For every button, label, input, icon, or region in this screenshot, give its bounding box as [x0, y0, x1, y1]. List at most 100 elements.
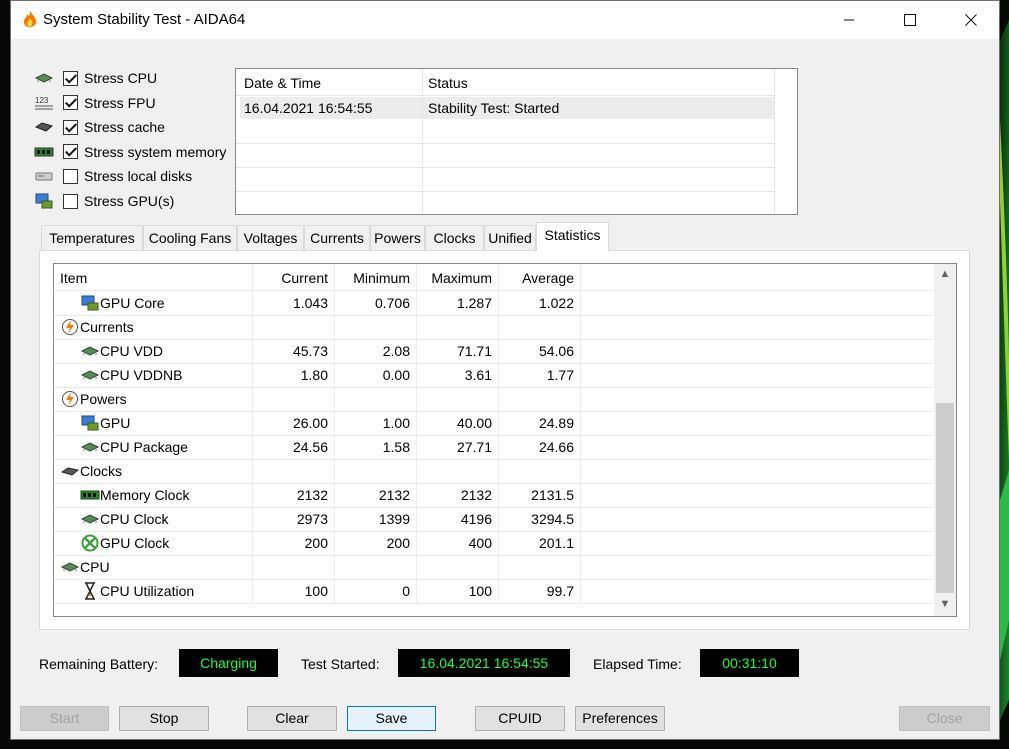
table-row-item[interactable]: GPU Clock — [100, 531, 169, 555]
minimize-button[interactable] — [826, 1, 872, 39]
scroll-thumb[interactable] — [936, 403, 954, 593]
minimize-icon — [844, 19, 854, 21]
cell-average: 24.66 — [538, 439, 574, 455]
cell-current — [252, 459, 328, 483]
table-row-item[interactable]: CPU Utilization — [100, 579, 194, 603]
log-table[interactable]: Date & Time Status 16.04.2021 16:54:55 S… — [235, 68, 798, 215]
tab-statistics[interactable]: Statistics — [536, 222, 609, 251]
stress-option-1[interactable]: 123 Stress FPU — [33, 92, 243, 114]
stress-checkbox[interactable] — [63, 70, 78, 86]
cell-minimum — [334, 459, 410, 483]
preferences-button[interactable]: Preferences — [575, 706, 665, 731]
cell-current — [252, 315, 328, 339]
cell-minimum: 0.706 — [374, 295, 410, 311]
stress-checkbox[interactable] — [63, 144, 78, 160]
stop-button[interactable]: Stop — [119, 706, 209, 731]
log-header-status[interactable]: Status — [420, 71, 468, 95]
cpu-chip-icon — [80, 342, 100, 360]
stress-option-3[interactable]: Stress system memory — [33, 141, 243, 163]
column-header-current[interactable]: Current — [252, 266, 328, 290]
battery-label: Remaining Battery: — [39, 656, 159, 672]
battery-value: Charging — [179, 649, 278, 677]
test-started-value: 16.04.2021 16:54:55 — [398, 649, 570, 677]
stress-label: Stress FPU — [84, 94, 156, 111]
cell-maximum — [416, 315, 492, 339]
table-row-item[interactable]: Memory Clock — [100, 483, 189, 507]
stress-checkbox[interactable] — [63, 168, 78, 184]
cell-current: 2973 — [296, 511, 328, 527]
cell-maximum: 2132 — [460, 487, 492, 503]
cell-minimum: 1.00 — [382, 415, 410, 431]
stress-option-0[interactable]: Stress CPU — [33, 67, 243, 89]
cell-minimum — [334, 315, 410, 339]
start-button[interactable]: Start — [20, 706, 109, 731]
cell-minimum — [334, 555, 410, 579]
table-row-item[interactable]: GPU Core — [100, 291, 165, 315]
table-row-item[interactable]: CPU VDDNB — [100, 363, 182, 387]
cell-current: 45.73 — [292, 343, 328, 359]
stress-checkbox[interactable] — [63, 193, 78, 209]
tab-powers[interactable]: Powers — [370, 225, 425, 251]
cell-maximum: 400 — [468, 535, 492, 551]
group-row-label[interactable]: Currents — [80, 315, 134, 339]
tab-currents[interactable]: Currents — [304, 225, 370, 251]
scroll-up-arrow[interactable]: ▲ — [936, 264, 954, 284]
cell-minimum: 0.00 — [382, 367, 410, 383]
stress-label: Stress GPU(s) — [84, 193, 175, 209]
log-header-datetime[interactable]: Date & Time — [236, 71, 321, 95]
cache-chip-icon — [33, 118, 55, 136]
group-row-label[interactable]: Powers — [80, 387, 127, 411]
stress-checkbox[interactable] — [63, 95, 78, 111]
close-button[interactable]: Close — [899, 706, 990, 731]
stress-option-4[interactable]: Stress local disks — [33, 165, 243, 187]
cell-current — [252, 555, 328, 579]
cpu-chip-icon — [60, 558, 80, 576]
test-started-label: Test Started: — [301, 656, 380, 672]
cell-current: 100 — [304, 583, 328, 599]
group-row-label[interactable]: CPU — [80, 555, 110, 579]
clear-button[interactable]: Clear — [247, 706, 337, 731]
cpuid-button[interactable]: CPUID — [475, 706, 565, 731]
statistics-table[interactable]: Item Current Minimum Maximum Average GPU Core… — [53, 263, 957, 617]
close-window-button[interactable] — [948, 1, 994, 39]
cell-maximum: 1.287 — [456, 295, 492, 311]
tab-voltages[interactable]: Voltages — [237, 225, 304, 251]
cell-current: 200 — [304, 535, 328, 551]
tab-unified[interactable]: Unified — [484, 225, 536, 251]
stress-option-2[interactable]: Stress cache — [33, 116, 243, 138]
table-row-item[interactable]: CPU Clock — [100, 507, 168, 531]
fpu-123-icon: 123 — [33, 94, 55, 112]
save-button[interactable]: Save — [347, 706, 436, 731]
cell-minimum: 200 — [386, 535, 410, 551]
table-row-item[interactable]: GPU — [100, 411, 130, 435]
cell-maximum — [416, 459, 492, 483]
maximize-icon — [904, 14, 916, 26]
cell-current: 1.80 — [300, 367, 328, 383]
stress-checkbox[interactable] — [63, 119, 78, 135]
column-header-average[interactable]: Average — [498, 266, 574, 290]
tab-cooling-fans[interactable]: Cooling Fans — [143, 225, 237, 251]
scroll-down-arrow[interactable]: ▼ — [936, 594, 954, 614]
stress-label: Stress CPU — [84, 70, 158, 86]
gpu-icon — [80, 294, 100, 312]
column-header-item[interactable]: Item — [60, 266, 87, 290]
vertical-scrollbar[interactable]: ▲ ▼ — [934, 264, 956, 616]
tab-temperatures[interactable]: Temperatures — [41, 225, 143, 251]
stress-option-5[interactable]: Stress GPU(s) — [33, 190, 243, 212]
elapsed-time-value: 00:31:10 — [700, 649, 799, 677]
cell-average — [498, 387, 574, 411]
column-header-maximum[interactable]: Maximum — [416, 266, 492, 290]
cell-average: 201.1 — [538, 535, 574, 551]
table-row-item[interactable]: CPU Package — [100, 435, 188, 459]
disk-icon — [33, 167, 55, 185]
tab-clocks[interactable]: Clocks — [425, 225, 484, 251]
maximize-button[interactable] — [887, 1, 933, 39]
cpu-chip-icon — [33, 69, 55, 87]
group-row-label[interactable]: Clocks — [80, 459, 122, 483]
gpu-icon — [33, 192, 55, 210]
stress-label: Stress local disks — [84, 168, 193, 185]
cell-maximum: 71.71 — [456, 343, 492, 359]
column-header-minimum[interactable]: Minimum — [334, 266, 410, 290]
table-row-item[interactable]: CPU VDD — [100, 339, 163, 363]
cell-maximum: 40.00 — [456, 415, 492, 431]
